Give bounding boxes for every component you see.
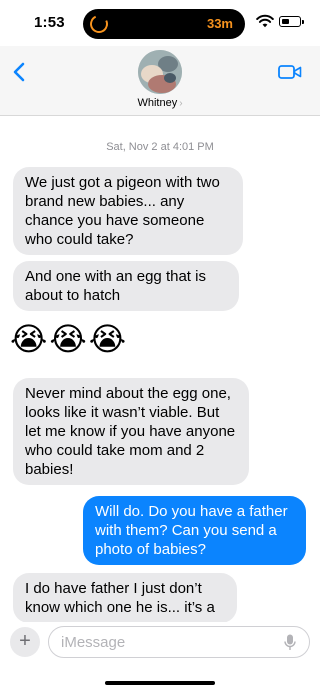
avatar-photo: [138, 50, 182, 94]
message-bubble-incoming[interactable]: I do have father I just don’t know which…: [13, 573, 237, 622]
chevron-right-icon: ›: [179, 98, 183, 109]
timestamp-time: at 4:01 PM: [160, 141, 214, 153]
message-text: I do have father I just don’t know which…: [25, 580, 215, 616]
wifi-icon: [256, 14, 274, 28]
battery-icon: [279, 16, 304, 27]
message-text: Never mind about the egg one, looks like…: [25, 385, 236, 478]
message-bubble-outgoing[interactable]: Will do. Do you have a father with them?…: [83, 496, 306, 565]
conversation-header: Whitney ›: [0, 46, 320, 116]
compose-bar: +: [0, 622, 320, 664]
back-chevron-icon[interactable]: [10, 62, 30, 82]
contact-name: Whitney: [137, 97, 178, 109]
timer-text: 33m: [206, 16, 233, 31]
timestamp-day: Sat, Nov 2: [106, 141, 158, 153]
message-bubble-incoming[interactable]: We just got a pigeon with two brand new …: [13, 167, 243, 255]
microphone-icon[interactable]: [284, 634, 296, 651]
status-bar: 1:53 33m: [0, 0, 320, 46]
message-input[interactable]: [48, 626, 310, 658]
message-bubble-incoming[interactable]: Never mind about the egg one, looks like…: [13, 378, 249, 485]
video-camera-icon[interactable]: [278, 64, 302, 80]
message-emoji[interactable]: 😭😭😭: [10, 321, 128, 357]
contact-name-button[interactable]: Whitney ›: [0, 97, 320, 109]
message-text: Will do. Do you have a father with them?…: [95, 503, 288, 558]
plus-icon[interactable]: +: [10, 627, 40, 657]
dynamic-island[interactable]: 33m: [83, 9, 245, 39]
avatar[interactable]: [138, 50, 182, 94]
message-timestamp: Sat, Nov 2 at 4:01 PM: [0, 141, 320, 153]
timer-icon: [87, 12, 111, 36]
message-bubble-incoming[interactable]: And one with an egg that is about to hat…: [13, 261, 239, 311]
message-text: And one with an egg that is about to hat…: [25, 268, 206, 304]
status-time: 1:53: [34, 14, 65, 31]
message-list[interactable]: Sat, Nov 2 at 4:01 PM We just got a pige…: [0, 117, 320, 622]
home-indicator[interactable]: [105, 681, 215, 685]
message-text: We just got a pigeon with two brand new …: [25, 174, 220, 248]
